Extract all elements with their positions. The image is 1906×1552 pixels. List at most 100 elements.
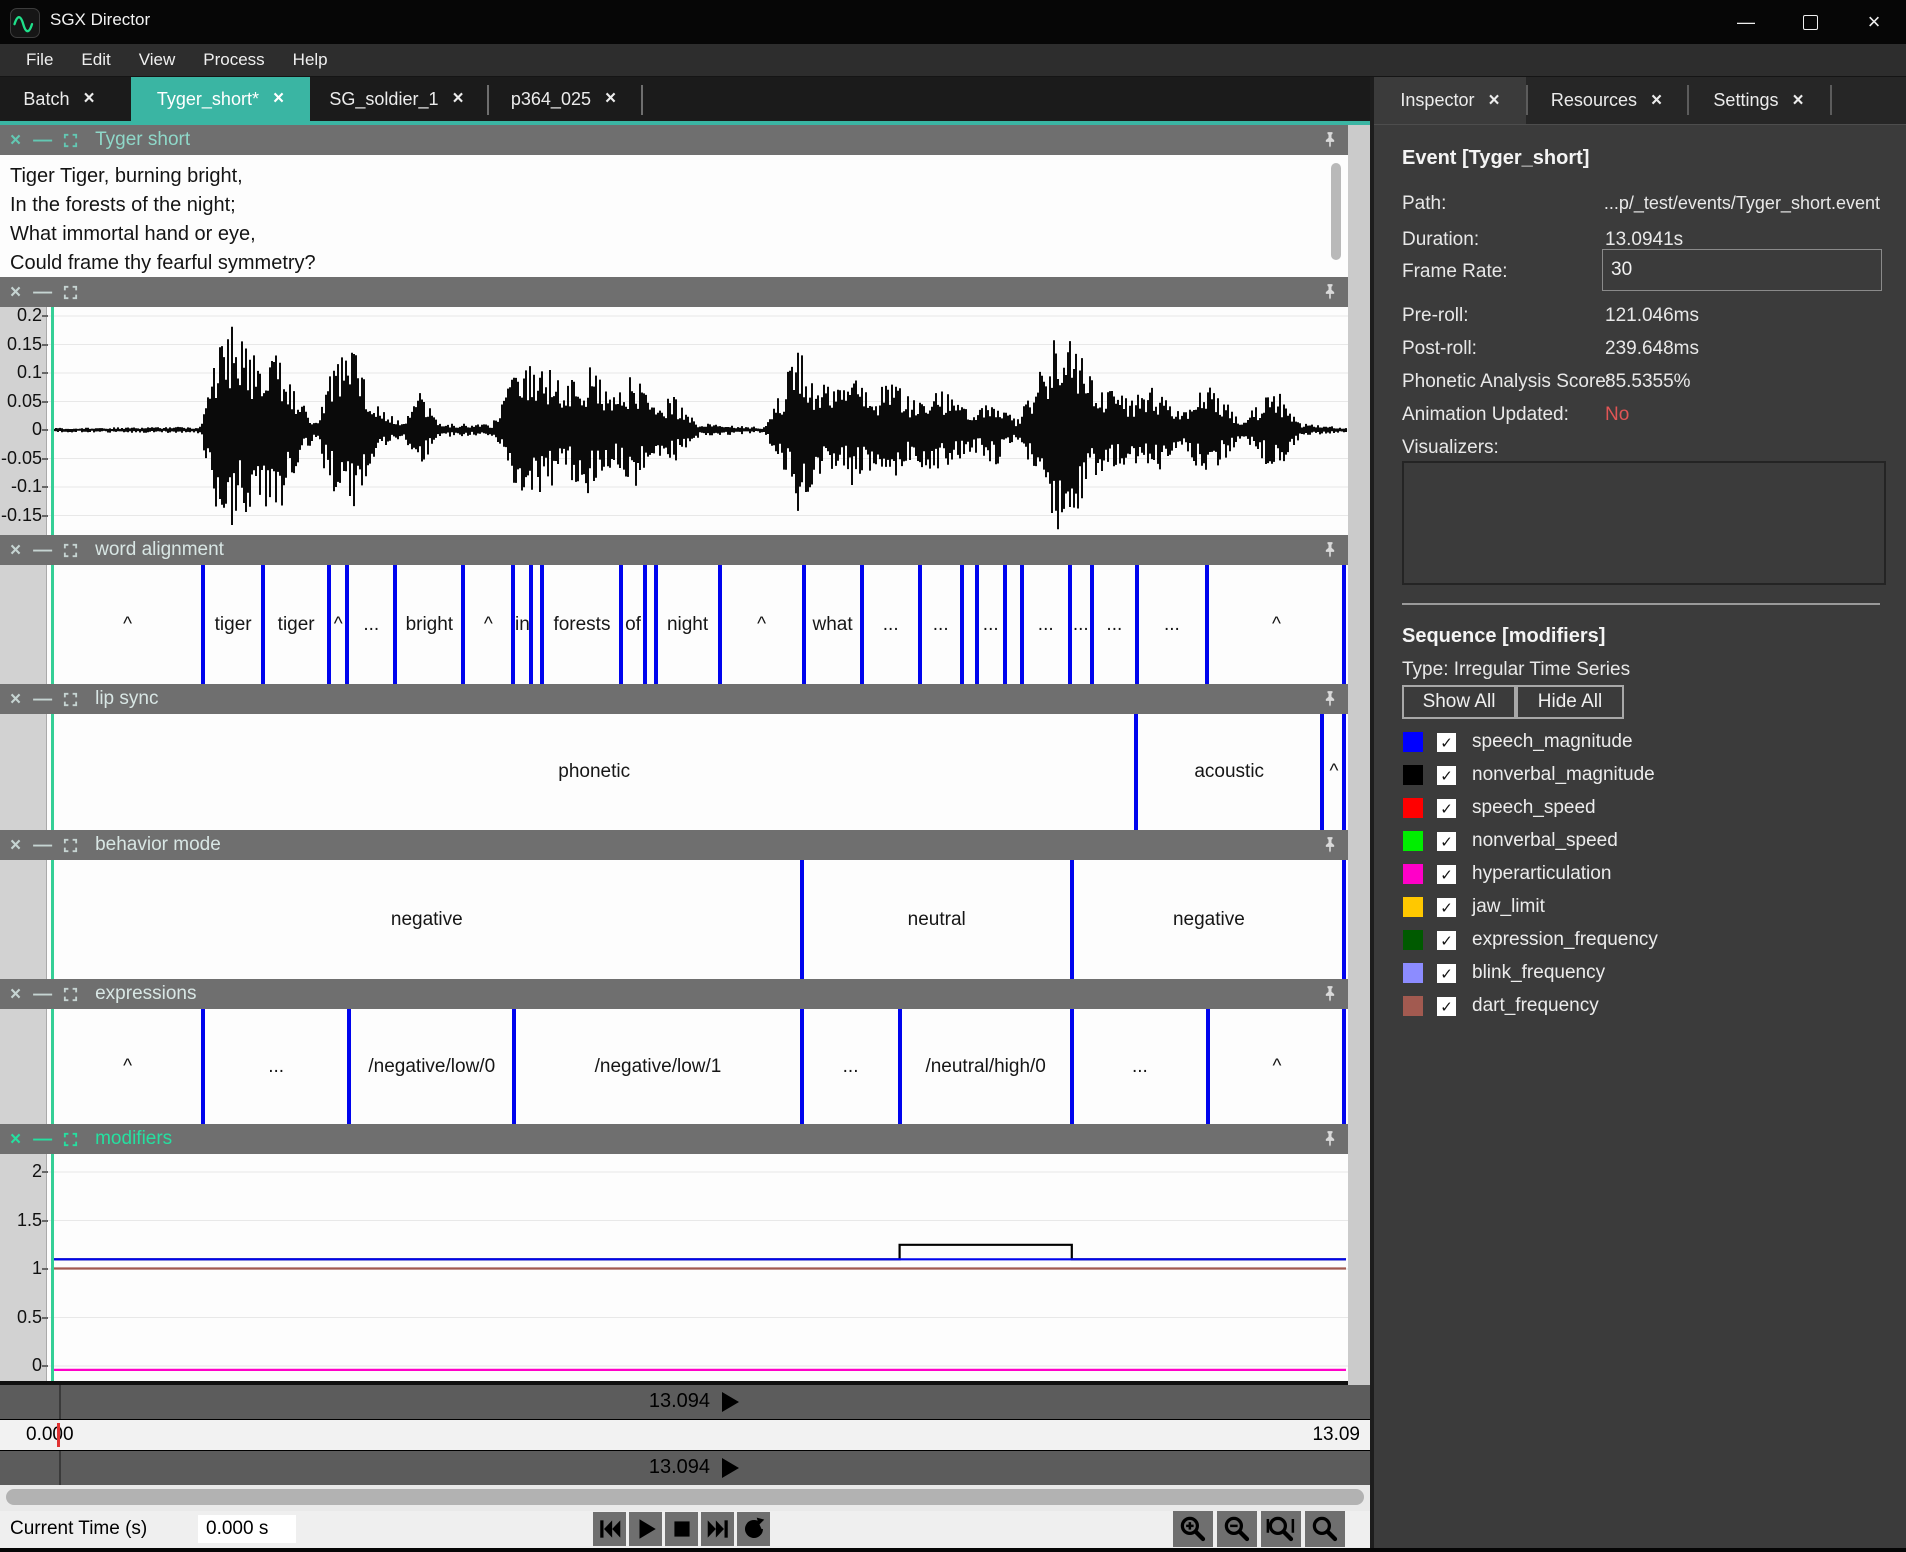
- series-checkbox[interactable]: ✓: [1437, 799, 1456, 818]
- playhead[interactable]: [51, 714, 54, 830]
- panel-expand-icon[interactable]: [62, 691, 79, 708]
- segment-boundary[interactable]: [1320, 714, 1324, 830]
- skip-to-start-button[interactable]: [593, 1512, 626, 1546]
- segment-boundary[interactable]: [1068, 565, 1072, 684]
- panel-close-icon[interactable]: ×: [10, 836, 21, 855]
- playhead[interactable]: [51, 565, 54, 684]
- series-color-swatch[interactable]: [1403, 765, 1423, 785]
- segment-boundary[interactable]: [1070, 860, 1074, 979]
- segment-boundary[interactable]: [860, 565, 864, 684]
- zoom-select-button[interactable]: [1305, 1511, 1345, 1547]
- pin-icon[interactable]: [1320, 1129, 1340, 1149]
- series-checkbox[interactable]: ✓: [1437, 997, 1456, 1016]
- pin-icon[interactable]: [1320, 835, 1340, 855]
- segment-boundary[interactable]: [393, 565, 397, 684]
- segment-boundary[interactable]: [718, 565, 722, 684]
- transcript-text-area[interactable]: Tiger Tiger, burning bright,In the fores…: [0, 155, 1348, 277]
- segment-boundary[interactable]: [1206, 1009, 1210, 1124]
- panel-scrollbar-track[interactable]: [1348, 125, 1370, 1385]
- playhead[interactable]: [51, 307, 54, 535]
- segment-boundary[interactable]: [975, 565, 979, 684]
- hide-all-button[interactable]: Hide All: [1516, 685, 1624, 719]
- panel-close-icon[interactable]: ×: [10, 541, 21, 560]
- series-color-swatch[interactable]: [1403, 798, 1423, 818]
- panel-minimize-icon[interactable]: —: [33, 283, 50, 302]
- timeline-hscroll-thumb[interactable]: [6, 1489, 1364, 1505]
- playhead[interactable]: [51, 1009, 54, 1124]
- current-time-field[interactable]: 0.000 s: [198, 1515, 296, 1543]
- series-checkbox[interactable]: ✓: [1437, 733, 1456, 752]
- segment-boundary[interactable]: [347, 1009, 351, 1124]
- show-all-button[interactable]: Show All: [1402, 685, 1516, 719]
- segment-boundary[interactable]: [345, 565, 349, 684]
- segment-boundary[interactable]: [800, 1009, 804, 1124]
- segment-boundary[interactable]: [529, 565, 533, 684]
- panel-close-icon[interactable]: ×: [10, 131, 21, 150]
- segment-boundary[interactable]: [1342, 860, 1346, 979]
- tab-close-icon[interactable]: ×: [1488, 90, 1499, 112]
- segment-boundary[interactable]: [1342, 565, 1346, 684]
- pin-icon[interactable]: [1320, 130, 1340, 150]
- series-checkbox[interactable]: ✓: [1437, 898, 1456, 917]
- series-color-swatch[interactable]: [1403, 732, 1423, 752]
- series-color-swatch[interactable]: [1403, 864, 1423, 884]
- zoom-out-button[interactable]: [1217, 1511, 1257, 1547]
- panel-expand-icon[interactable]: [62, 542, 79, 559]
- pin-icon[interactable]: [1320, 689, 1340, 709]
- segment-boundary[interactable]: [643, 565, 647, 684]
- segment-boundary[interactable]: [201, 565, 205, 684]
- playhead[interactable]: [51, 1154, 54, 1381]
- segment-boundary[interactable]: [802, 565, 806, 684]
- series-checkbox[interactable]: ✓: [1437, 964, 1456, 983]
- panel-minimize-icon[interactable]: —: [33, 541, 50, 560]
- series-checkbox[interactable]: ✓: [1437, 832, 1456, 851]
- panel-close-icon[interactable]: ×: [10, 283, 21, 302]
- segment-boundary[interactable]: [1134, 714, 1138, 830]
- segment-boundary[interactable]: [201, 1009, 205, 1124]
- frame-rate-input[interactable]: [1602, 249, 1882, 291]
- panel-close-icon[interactable]: ×: [10, 985, 21, 1004]
- segment-boundary[interactable]: [654, 565, 658, 684]
- maximize-button[interactable]: [1778, 0, 1842, 44]
- panel-minimize-icon[interactable]: —: [33, 690, 50, 709]
- timeline-scrub-bar-top[interactable]: 13.094: [0, 1385, 1370, 1419]
- segment-boundary[interactable]: [512, 1009, 516, 1124]
- segment-boundary[interactable]: [1090, 565, 1094, 684]
- series-checkbox[interactable]: ✓: [1437, 766, 1456, 785]
- panel-minimize-icon[interactable]: —: [33, 836, 50, 855]
- panel-minimize-icon[interactable]: —: [33, 131, 50, 150]
- skip-to-end-button[interactable]: [701, 1512, 734, 1546]
- timeline-ruler[interactable]: 0.000 13.09: [0, 1419, 1370, 1451]
- expressions-track[interactable]: ^.../negative/low/0/negative/low/1.../ne…: [0, 1009, 1348, 1124]
- transcript-scrollbar[interactable]: [1331, 163, 1341, 260]
- segment-boundary[interactable]: [511, 565, 515, 684]
- zoom-in-button[interactable]: [1173, 1511, 1213, 1547]
- segment-boundary[interactable]: [327, 565, 331, 684]
- segment-boundary[interactable]: [619, 565, 623, 684]
- series-checkbox[interactable]: ✓: [1437, 931, 1456, 950]
- panel-expand-icon[interactable]: [62, 284, 79, 301]
- pin-icon[interactable]: [1320, 282, 1340, 302]
- series-checkbox[interactable]: ✓: [1437, 865, 1456, 884]
- timeline-scrub-bar-bottom[interactable]: 13.094: [0, 1451, 1370, 1485]
- pin-icon[interactable]: [1320, 540, 1340, 560]
- play-button[interactable]: [629, 1512, 662, 1546]
- panel-expand-icon[interactable]: [62, 132, 79, 149]
- series-color-swatch[interactable]: [1403, 897, 1423, 917]
- panel-minimize-icon[interactable]: —: [33, 985, 50, 1004]
- segment-boundary[interactable]: [1342, 1009, 1346, 1124]
- behavior-mode-track[interactable]: negativeneutralnegative: [0, 860, 1348, 979]
- zoom-fit-button[interactable]: [1261, 1511, 1301, 1547]
- tab-close-icon[interactable]: ×: [1792, 90, 1803, 112]
- series-color-swatch[interactable]: [1403, 930, 1423, 950]
- segment-boundary[interactable]: [1070, 1009, 1074, 1124]
- segment-boundary[interactable]: [1342, 714, 1346, 830]
- visualizers-list-box[interactable]: [1402, 461, 1886, 585]
- modifiers-plot[interactable]: 21.510.50: [0, 1154, 1348, 1381]
- segment-boundary[interactable]: [800, 860, 804, 979]
- segment-boundary[interactable]: [1135, 565, 1139, 684]
- segment-boundary[interactable]: [1020, 565, 1024, 684]
- waveform-plot[interactable]: 0.20.150.10.050-0.05-0.1-0.15: [0, 307, 1348, 535]
- series-color-swatch[interactable]: [1403, 963, 1423, 983]
- segment-boundary[interactable]: [918, 565, 922, 684]
